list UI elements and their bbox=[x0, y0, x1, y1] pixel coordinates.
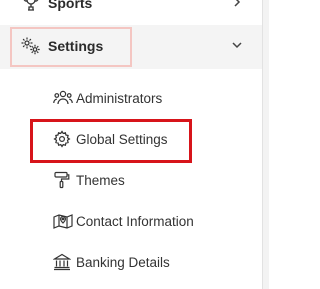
sidebar-subitem-themes[interactable]: Themes bbox=[0, 163, 262, 199]
trophy-icon bbox=[22, 0, 40, 12]
chevron-down-icon[interactable] bbox=[232, 41, 242, 49]
paint-roller-icon bbox=[53, 171, 71, 189]
map-pin-icon bbox=[53, 212, 73, 230]
sidebar-subitem-banking-details[interactable]: Banking Details bbox=[0, 245, 262, 281]
sidebar-item-label: Sports bbox=[48, 0, 93, 11]
sidebar: Sports Settings Administrators Global Se… bbox=[0, 0, 262, 289]
scrollbar[interactable] bbox=[262, 0, 269, 289]
sidebar-subitem-label: Banking Details bbox=[76, 255, 170, 270]
sidebar-subitem-contact-information[interactable]: Contact Information bbox=[0, 204, 262, 240]
chevron-right-icon[interactable] bbox=[232, 0, 242, 7]
bank-icon bbox=[53, 253, 71, 271]
sidebar-subitem-label: Administrators bbox=[76, 91, 163, 106]
sidebar-item-sports[interactable]: Sports bbox=[0, 0, 262, 18]
sidebar-subitem-administrators[interactable]: Administrators bbox=[0, 81, 262, 117]
settings-highlight-outline bbox=[10, 27, 132, 67]
users-icon bbox=[53, 89, 73, 107]
sidebar-subitem-label: Themes bbox=[76, 173, 125, 188]
sidebar-subitem-label: Contact Information bbox=[76, 214, 194, 229]
global-settings-highlight-box bbox=[30, 119, 192, 163]
